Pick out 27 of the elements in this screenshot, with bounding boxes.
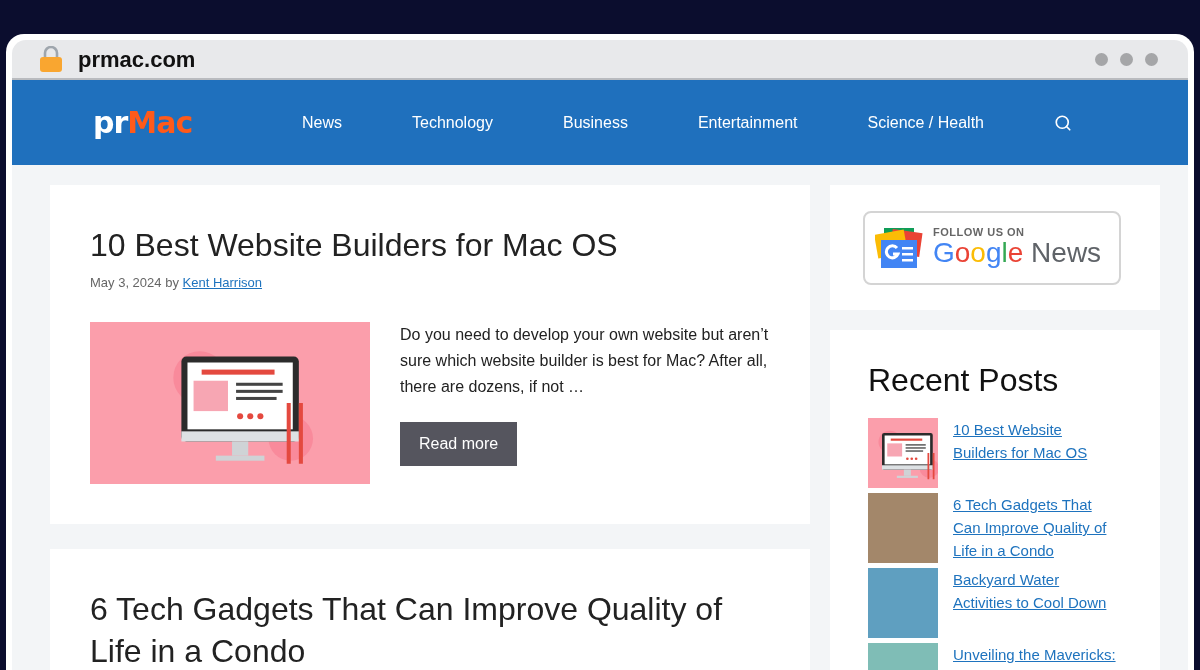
nav-link[interactable]: Technology: [412, 110, 493, 135]
google-news-badge[interactable]: FOLLOW US ON Google News: [863, 210, 1121, 285]
search-button[interactable]: [1054, 113, 1072, 132]
recent-post-link[interactable]: 10 Best Website Builders for Mac OS: [953, 418, 1118, 464]
nav-link[interactable]: News: [302, 110, 342, 135]
post-title[interactable]: 6 Tech Gadgets That Can Improve Quality of Life in a Condo: [90, 589, 770, 670]
author-link[interactable]: Kent Harrison: [182, 274, 262, 290]
url-text: prmac.com: [78, 45, 196, 74]
nav-link[interactable]: Science / Health: [867, 110, 984, 135]
recent-post-link[interactable]: Backyard Water Activities to Cool Down: [953, 568, 1118, 614]
recent-posts-heading: Recent Posts: [868, 364, 1060, 396]
post-title[interactable]: 10 Best Website Builders for Mac OS: [90, 225, 770, 267]
badge-caption: FOLLOW US ON: [933, 226, 1026, 238]
post-meta: May 3, 2024 by Kent Harrison: [90, 273, 263, 292]
read-more-button[interactable]: Read more: [400, 422, 518, 467]
lock-icon: [40, 46, 62, 72]
site-logo[interactable]: prMac: [93, 107, 203, 138]
nav-link[interactable]: Entertainment: [697, 110, 798, 135]
badge-title: Google News: [933, 237, 1102, 269]
nav-link[interactable]: Business: [562, 110, 628, 135]
recent-post-link[interactable]: Unveiling the Mavericks:: [953, 643, 1118, 666]
news-cards-icon: [875, 227, 923, 268]
monitor-illustration: [868, 418, 938, 488]
photo-placeholder: [868, 568, 938, 638]
post-excerpt: Do you need to develop your own website but aren’t sure which website builder is best for Mac? After all, there are dozens, if not …: [400, 325, 770, 398]
recent-post-link[interactable]: 6 Tech Gadgets That Can Improve Quality of Life in a Condo: [953, 493, 1118, 562]
photo-placeholder: [868, 493, 938, 563]
